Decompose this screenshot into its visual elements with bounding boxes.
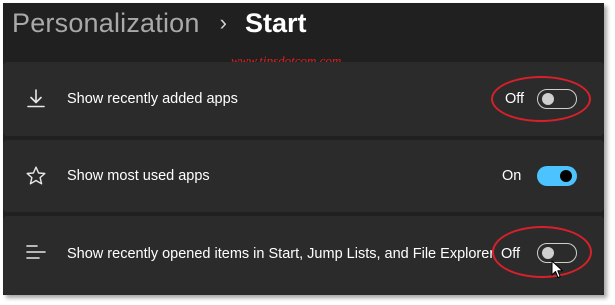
page-title: Start [244, 7, 307, 38]
annotation-circle [492, 226, 592, 278]
setting-label: Show recently opened items in Start, Jum… [67, 246, 495, 262]
breadcrumb-separator: › [219, 10, 227, 35]
toggle-switch[interactable] [537, 166, 577, 186]
star-icon [26, 166, 46, 185]
list-icon [26, 245, 46, 259]
setting-row-recently-opened: Show recently opened items in Start, Jum… [3, 216, 604, 295]
breadcrumb: Personalization › Start [12, 3, 306, 43]
setting-label: Show recently added apps [67, 91, 238, 107]
setting-row-most-used: Show most used apps On [3, 140, 604, 212]
setting-row-recently-added: Show recently added apps Off [3, 62, 604, 136]
download-icon [27, 89, 45, 108]
settings-window: Personalization › Start www.tipsdotcom.c… [3, 3, 604, 295]
mouse-cursor-icon [551, 260, 563, 278]
setting-label: Show most used apps [67, 168, 210, 184]
breadcrumb-parent-link[interactable]: Personalization [12, 8, 200, 39]
toggle-state-label: On [502, 168, 522, 184]
toggle-knob [560, 170, 572, 182]
annotation-circle [491, 76, 591, 122]
